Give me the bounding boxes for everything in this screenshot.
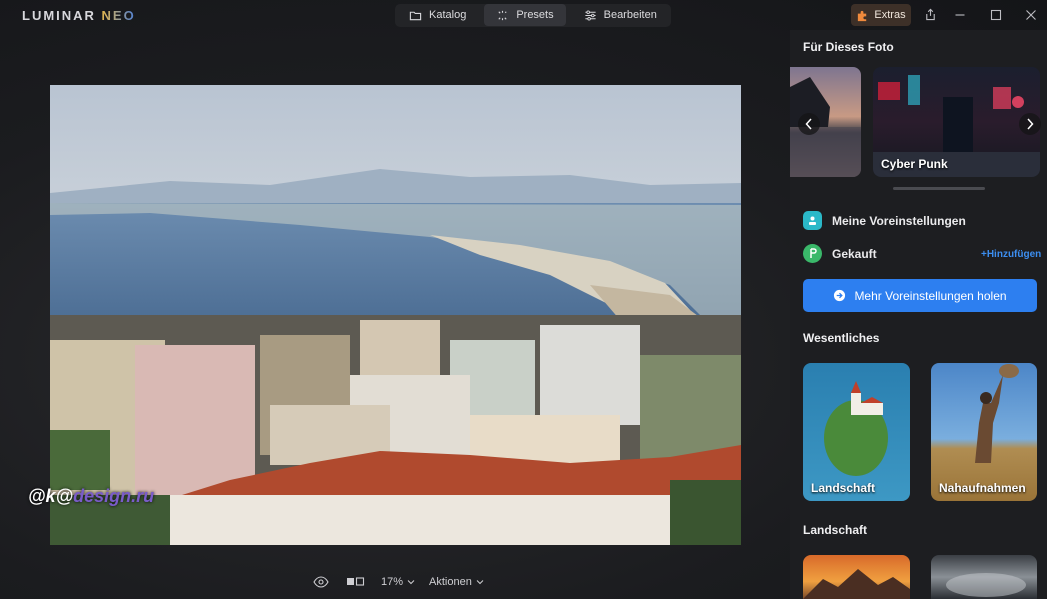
get-more-presets-label: Mehr Voreinstellungen holen	[854, 288, 1007, 303]
app-logo: LUMINAR NEO	[22, 8, 136, 23]
chevron-left-icon	[805, 118, 812, 130]
folder-icon	[409, 11, 422, 20]
coastal-city-image	[50, 85, 741, 545]
carousel-scrollbar[interactable]	[893, 187, 985, 190]
purchased-label: Gekauft	[832, 246, 877, 261]
eye-icon[interactable]	[313, 576, 329, 588]
bottom-toolbar	[313, 574, 329, 590]
get-more-presets-button[interactable]: Mehr Voreinstellungen holen	[803, 279, 1037, 312]
zoom-control[interactable]: 17%	[381, 574, 415, 590]
chevron-down-icon	[476, 580, 484, 585]
logo-text: LUMINAR	[22, 8, 102, 23]
minimize-icon[interactable]	[953, 8, 967, 22]
main-photo[interactable]	[50, 85, 741, 545]
extras-button[interactable]: Extras	[851, 4, 911, 26]
add-link[interactable]: +Hinzufügen	[981, 249, 1041, 260]
preset-thumb-cyber-punk[interactable]: Cyber Punk	[873, 67, 1040, 177]
preset-thumb-landschaft[interactable]: Landschaft	[803, 363, 910, 501]
watermark: @k@design.ru	[28, 486, 154, 507]
maximize-icon[interactable]	[989, 8, 1003, 22]
extras-label: Extras	[874, 9, 906, 21]
tab-presets[interactable]: Presets	[484, 4, 566, 26]
mountain-sunset-image	[803, 569, 910, 599]
user-presets-icon	[803, 211, 822, 230]
compare-icon[interactable]	[346, 576, 365, 587]
sliders-icon	[585, 9, 596, 21]
tab-katalog-label: Katalog	[429, 9, 467, 21]
watermark-prefix: @k@	[28, 486, 74, 506]
preset-thumb-landscape-1[interactable]	[803, 555, 910, 599]
tab-presets-label: Presets	[516, 9, 554, 21]
close-icon[interactable]	[1024, 8, 1038, 22]
arrow-circle-icon	[834, 289, 846, 302]
preset-thumb-label: Landschaft	[811, 481, 876, 495]
essentials-heading: Wesentliches	[803, 331, 880, 345]
tab-katalog[interactable]: Katalog	[397, 4, 478, 26]
chevron-right-icon	[1027, 118, 1034, 130]
tab-bearbeiten[interactable]: Bearbeiten	[572, 4, 669, 26]
sparkle-icon	[498, 10, 507, 20]
watermark-suffix: design.ru	[73, 486, 155, 506]
actions-menu[interactable]: Aktionen	[429, 574, 484, 590]
zoom-value: 17%	[381, 576, 404, 588]
main-nav: Katalog Presets Bearbeiten	[395, 4, 671, 27]
carousel-prev-button[interactable]	[798, 113, 820, 135]
title-bar: LUMINAR NEO Katalog Presets Bearbeiten E…	[0, 0, 1047, 30]
my-presets-item[interactable]: Meine Voreinstellungen	[803, 211, 966, 230]
chevron-down-icon	[407, 580, 415, 585]
landscape-heading: Landschaft	[803, 523, 868, 537]
actions-label: Aktionen	[429, 576, 472, 588]
share-icon[interactable]	[924, 8, 937, 21]
my-presets-label: Meine Voreinstellungen	[832, 213, 966, 228]
purchased-icon	[803, 244, 822, 263]
tab-bearbeiten-label: Bearbeiten	[603, 9, 657, 21]
preset-thumb-label: Nahaufnahmen	[939, 481, 1026, 495]
logo-accent: NEO	[101, 8, 136, 23]
purchased-item[interactable]: Gekauft	[803, 244, 877, 263]
for-photo-heading: Für Dieses Foto	[803, 40, 894, 54]
carousel-next-button[interactable]	[1019, 113, 1041, 135]
app-window: LUMINAR NEO Katalog Presets Bearbeiten E…	[0, 0, 1047, 599]
preset-thumb-nahaufnahmen[interactable]: Nahaufnahmen	[931, 363, 1037, 501]
preset-thumb-label: Cyber Punk	[881, 157, 948, 171]
stormy-sky-image	[946, 573, 1026, 597]
preset-thumb-landscape-2[interactable]	[931, 555, 1037, 599]
puzzle-icon	[858, 10, 867, 21]
